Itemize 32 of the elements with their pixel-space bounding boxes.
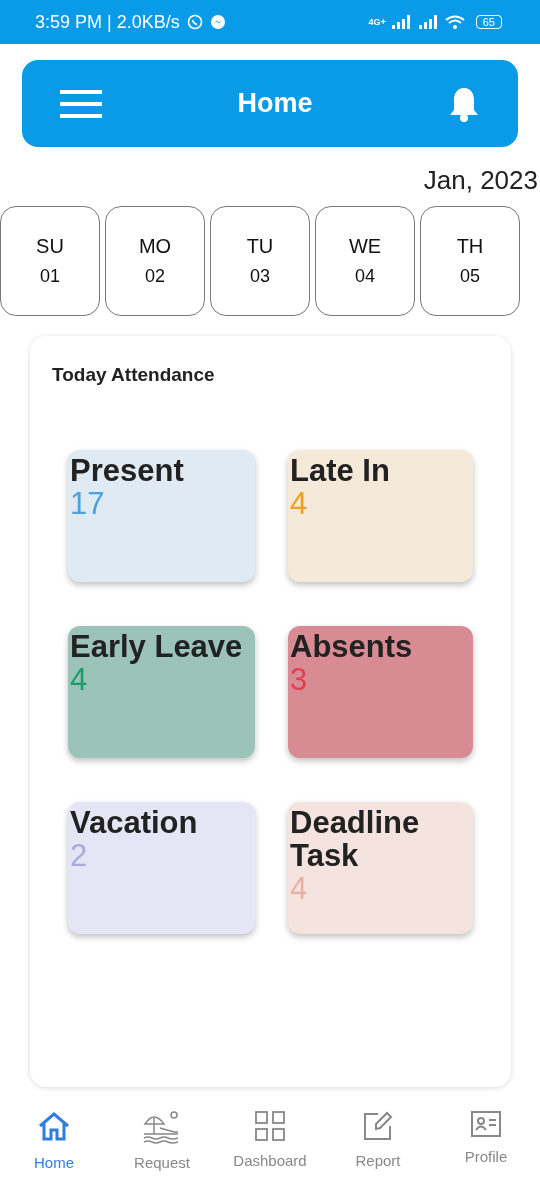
nav-tab[interactable]: Report [324, 1109, 432, 1200]
nav-tab[interactable]: Dashboard [216, 1109, 324, 1200]
day-cell[interactable]: TH 05 [420, 206, 520, 316]
wifi-icon [444, 15, 465, 29]
nav-tab[interactable]: Home [0, 1109, 108, 1200]
stat-card[interactable]: Absents 3 [288, 626, 473, 758]
menu-icon[interactable] [60, 87, 102, 120]
nav-tab[interactable]: Request [108, 1109, 216, 1200]
nav-tab[interactable]: Profile [432, 1109, 540, 1200]
panel-title: Today Attendance [52, 364, 216, 386]
stat-card[interactable]: Present 17 [68, 450, 255, 582]
day-cell[interactable]: WE 04 [315, 206, 415, 316]
id-card-icon [470, 1110, 502, 1138]
status-time: 3:59 PM | 2.0KB/s [35, 11, 180, 33]
battery-indicator: 65 [475, 15, 502, 29]
home-icon [37, 1110, 71, 1144]
signal-icon [417, 15, 440, 29]
month-label: Jan, 2023 [422, 165, 539, 196]
stat-card[interactable]: Early Leave 4 [68, 626, 255, 758]
notification-bell-icon[interactable] [448, 85, 480, 122]
edit-icon [362, 1110, 394, 1142]
stat-card[interactable]: Vacation 2 [68, 802, 255, 934]
grid-icon [254, 1110, 286, 1142]
day-cell[interactable]: SU 01 [0, 206, 100, 316]
day-cell[interactable]: TU 03 [210, 206, 310, 316]
network-type: 4G+ [368, 17, 386, 27]
signal-icon [390, 15, 413, 29]
stat-card[interactable]: Late In 4 [288, 450, 473, 582]
page-title: Home [237, 88, 313, 119]
day-cell[interactable]: MO 02 [105, 206, 205, 316]
stat-card[interactable]: Deadline Task 4 [288, 802, 473, 934]
chat-icon [186, 14, 203, 30]
